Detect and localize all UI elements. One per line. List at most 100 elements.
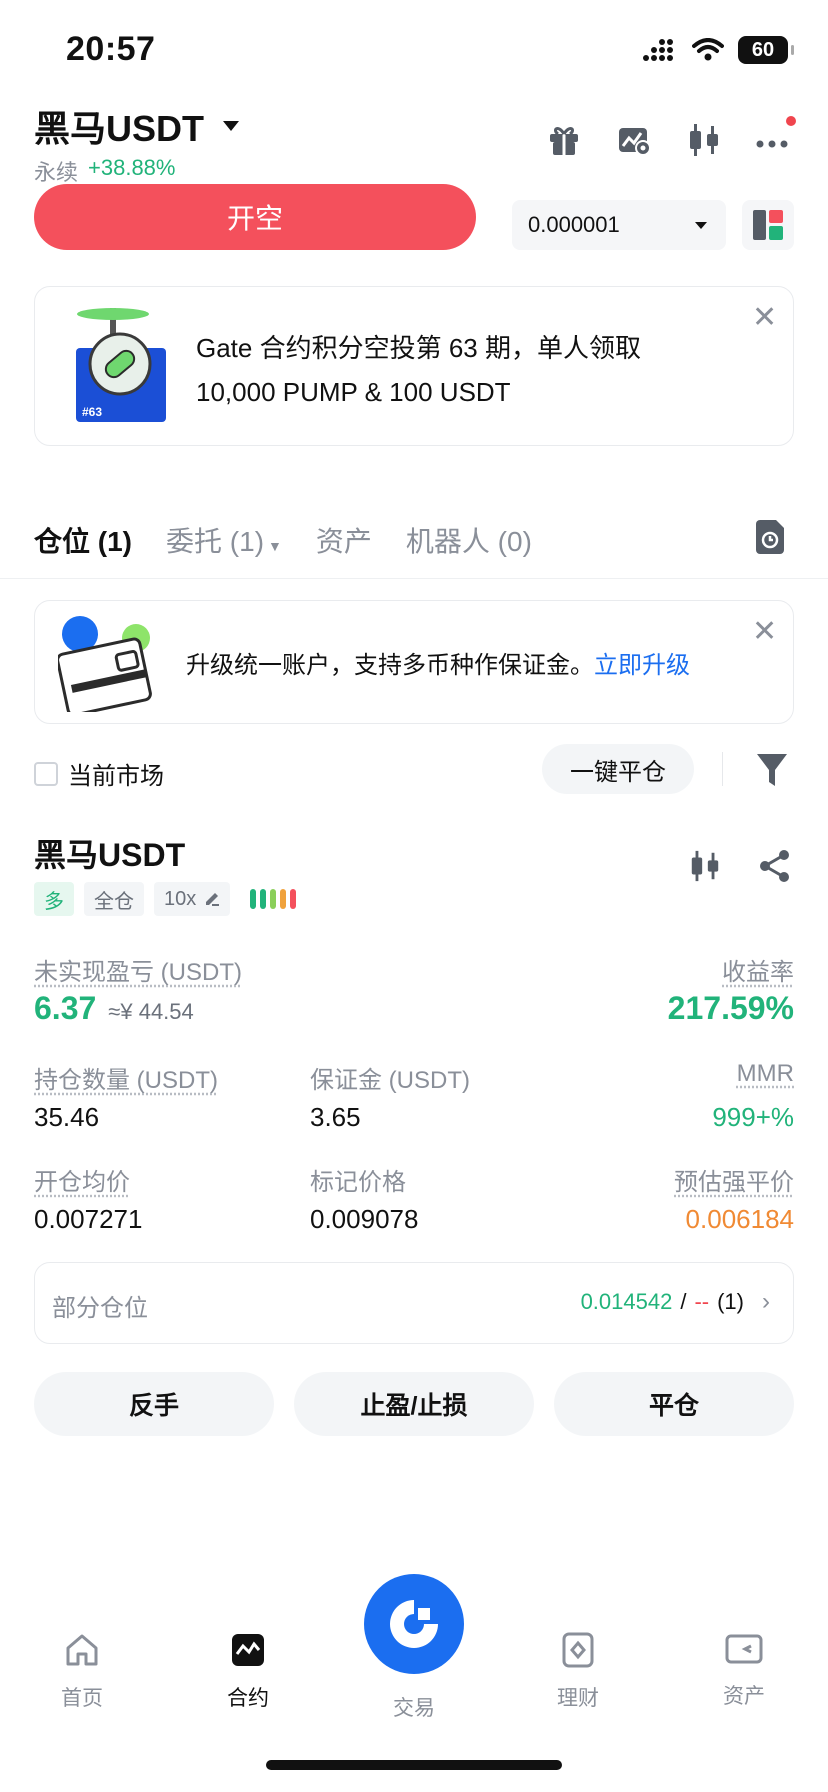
contract-type: 永续	[34, 160, 79, 185]
nav-earn[interactable]: 理财	[528, 1632, 628, 1712]
tab-bots[interactable]: 机器人 (0)	[406, 520, 532, 560]
margin-value: 3.65	[310, 1102, 361, 1132]
current-market-filter[interactable]: 当前市场	[34, 756, 164, 791]
partial-tp-value: 0.014542	[580, 1289, 673, 1314]
filter-icon[interactable]	[756, 752, 788, 793]
tpsl-button[interactable]: 止盈/止损	[294, 1372, 534, 1436]
leverage-tag[interactable]: 10x	[154, 882, 231, 916]
nav-home[interactable]: 首页	[32, 1632, 132, 1712]
more-icon[interactable]	[756, 116, 796, 158]
pair-name: 黑马USDT	[34, 108, 204, 149]
filter-divider	[722, 752, 723, 786]
leverage-value: 10x	[164, 887, 197, 910]
open-short-button[interactable]: 开空	[34, 184, 476, 250]
mmr-value: 999+%	[712, 1102, 794, 1132]
nav-futures[interactable]: 合约	[198, 1632, 298, 1712]
wallet-illustration	[56, 616, 158, 717]
mark-price-label: 标记价格	[310, 1169, 406, 1196]
entry-price-label[interactable]: 开仓均价	[34, 1162, 130, 1197]
wallet-icon	[725, 1634, 763, 1664]
promo-badge: #63	[82, 405, 102, 419]
caret-down-icon	[223, 121, 239, 131]
unrealized-pnl-label[interactable]: 未实现盈亏 (USDT)	[34, 952, 242, 987]
partial-count: (1)	[717, 1289, 744, 1314]
tab-positions[interactable]: 仓位 (1)	[34, 520, 132, 560]
current-market-checkbox[interactable]	[34, 761, 58, 786]
close-all-button[interactable]: 一键平仓	[542, 744, 694, 794]
header-actions	[546, 116, 796, 158]
futures-icon	[232, 1634, 264, 1666]
wifi-icon	[692, 38, 724, 61]
status-time: 20:57	[66, 30, 156, 68]
size-value: 35.46	[34, 1102, 100, 1132]
position-tags: 多 全仓 10x	[34, 882, 297, 916]
current-market-label: 当前市场	[68, 763, 164, 790]
earn-icon	[562, 1632, 594, 1668]
home-icon	[66, 1634, 98, 1666]
promo-illustration: #63	[72, 308, 172, 429]
status-icons: 60	[642, 36, 794, 64]
promo-close-icon[interactable]: ✕	[752, 300, 777, 335]
promo-line-2: 10,000 PUMP & 100 USDT	[196, 377, 511, 407]
notification-dot	[786, 116, 796, 126]
liq-price-label[interactable]: 预估强平价	[674, 1162, 794, 1197]
home-indicator	[266, 1760, 562, 1770]
pair-subtitle: 永续 +38.88%	[34, 155, 175, 187]
orderbook-layout-icon	[753, 210, 783, 240]
history-icon[interactable]	[754, 520, 786, 559]
margin-mode-tag: 全仓	[84, 882, 144, 916]
caret-down-icon	[695, 221, 707, 229]
close-position-button[interactable]: 平仓	[554, 1372, 794, 1436]
battery-indicator: 60	[738, 36, 794, 64]
partial-position-values: 0.014542 / -- (1) ›	[581, 1288, 770, 1316]
liq-price-value: 0.006184	[685, 1204, 794, 1234]
nav-futures-label: 合约	[227, 1687, 269, 1710]
trade-fab-button[interactable]	[364, 1574, 464, 1674]
unrealized-pnl: 6.37 ≈¥ 44.54	[34, 990, 194, 1027]
signal-icon	[643, 39, 673, 61]
roe-label[interactable]: 收益率	[722, 952, 794, 987]
chart-settings-icon[interactable]	[616, 122, 652, 158]
edit-icon	[206, 893, 220, 906]
size-label[interactable]: 持仓数量 (USDT)	[34, 1060, 218, 1095]
upgrade-close-icon[interactable]: ✕	[752, 614, 777, 649]
share-icon[interactable]	[758, 848, 792, 884]
unrealized-pnl-value: 6.37	[34, 990, 97, 1026]
nav-home-label: 首页	[61, 1687, 103, 1710]
position-tabs: 仓位 (1) 委托 (1) ▼ 资产 机器人 (0)	[34, 520, 532, 560]
mark-price-value: 0.009078	[310, 1204, 419, 1234]
side-tag: 多	[34, 882, 74, 916]
promo-text: Gate 合约积分空投第 63 期，单人领取 10,000 PUMP & 100…	[196, 326, 641, 414]
promo-line-1: Gate 合约积分空投第 63 期，单人领取	[196, 333, 641, 363]
adl-indicator	[250, 889, 297, 909]
nav-trade-label: 交易	[393, 1697, 435, 1720]
unrealized-pnl-cny: ≈¥ 44.54	[108, 999, 194, 1024]
upgrade-message: 升级统一账户，支持多币种作保证金。	[186, 652, 594, 679]
reverse-button[interactable]: 反手	[34, 1372, 274, 1436]
tab-orders[interactable]: 委托 (1) ▼	[166, 520, 282, 560]
partial-sl-value: --	[694, 1289, 710, 1314]
position-actions	[688, 848, 792, 884]
margin-label: 保证金 (USDT)	[310, 1067, 470, 1094]
candlestick-icon[interactable]	[686, 122, 722, 158]
position-name[interactable]: 黑马USDT	[34, 830, 185, 876]
gift-icon[interactable]	[546, 122, 582, 158]
candlestick-icon[interactable]	[688, 848, 722, 884]
price-change: +38.88%	[88, 155, 176, 180]
partial-position-label: 部分仓位	[52, 1295, 148, 1322]
tab-assets[interactable]: 资产	[316, 520, 372, 560]
roe-value: 217.59%	[667, 990, 794, 1026]
upgrade-text: 升级统一账户，支持多币种作保证金。立即升级	[186, 645, 690, 680]
nav-earn-label: 理财	[557, 1687, 599, 1710]
tabs-divider	[0, 578, 828, 579]
partial-separator: /	[680, 1289, 687, 1314]
upgrade-link[interactable]: 立即升级	[594, 652, 690, 679]
orderbook-layout-button[interactable]	[742, 200, 794, 250]
entry-price-value: 0.007271	[34, 1204, 143, 1234]
pair-selector[interactable]: 黑马USDT	[34, 100, 240, 152]
mmr-label[interactable]: MMR	[737, 1060, 794, 1088]
price-precision-select[interactable]: 0.000001	[512, 200, 726, 250]
nav-assets[interactable]: 资产	[694, 1632, 794, 1710]
tab-orders-label: 委托 (1)	[166, 526, 265, 557]
caret-down-icon: ▼	[268, 538, 282, 554]
